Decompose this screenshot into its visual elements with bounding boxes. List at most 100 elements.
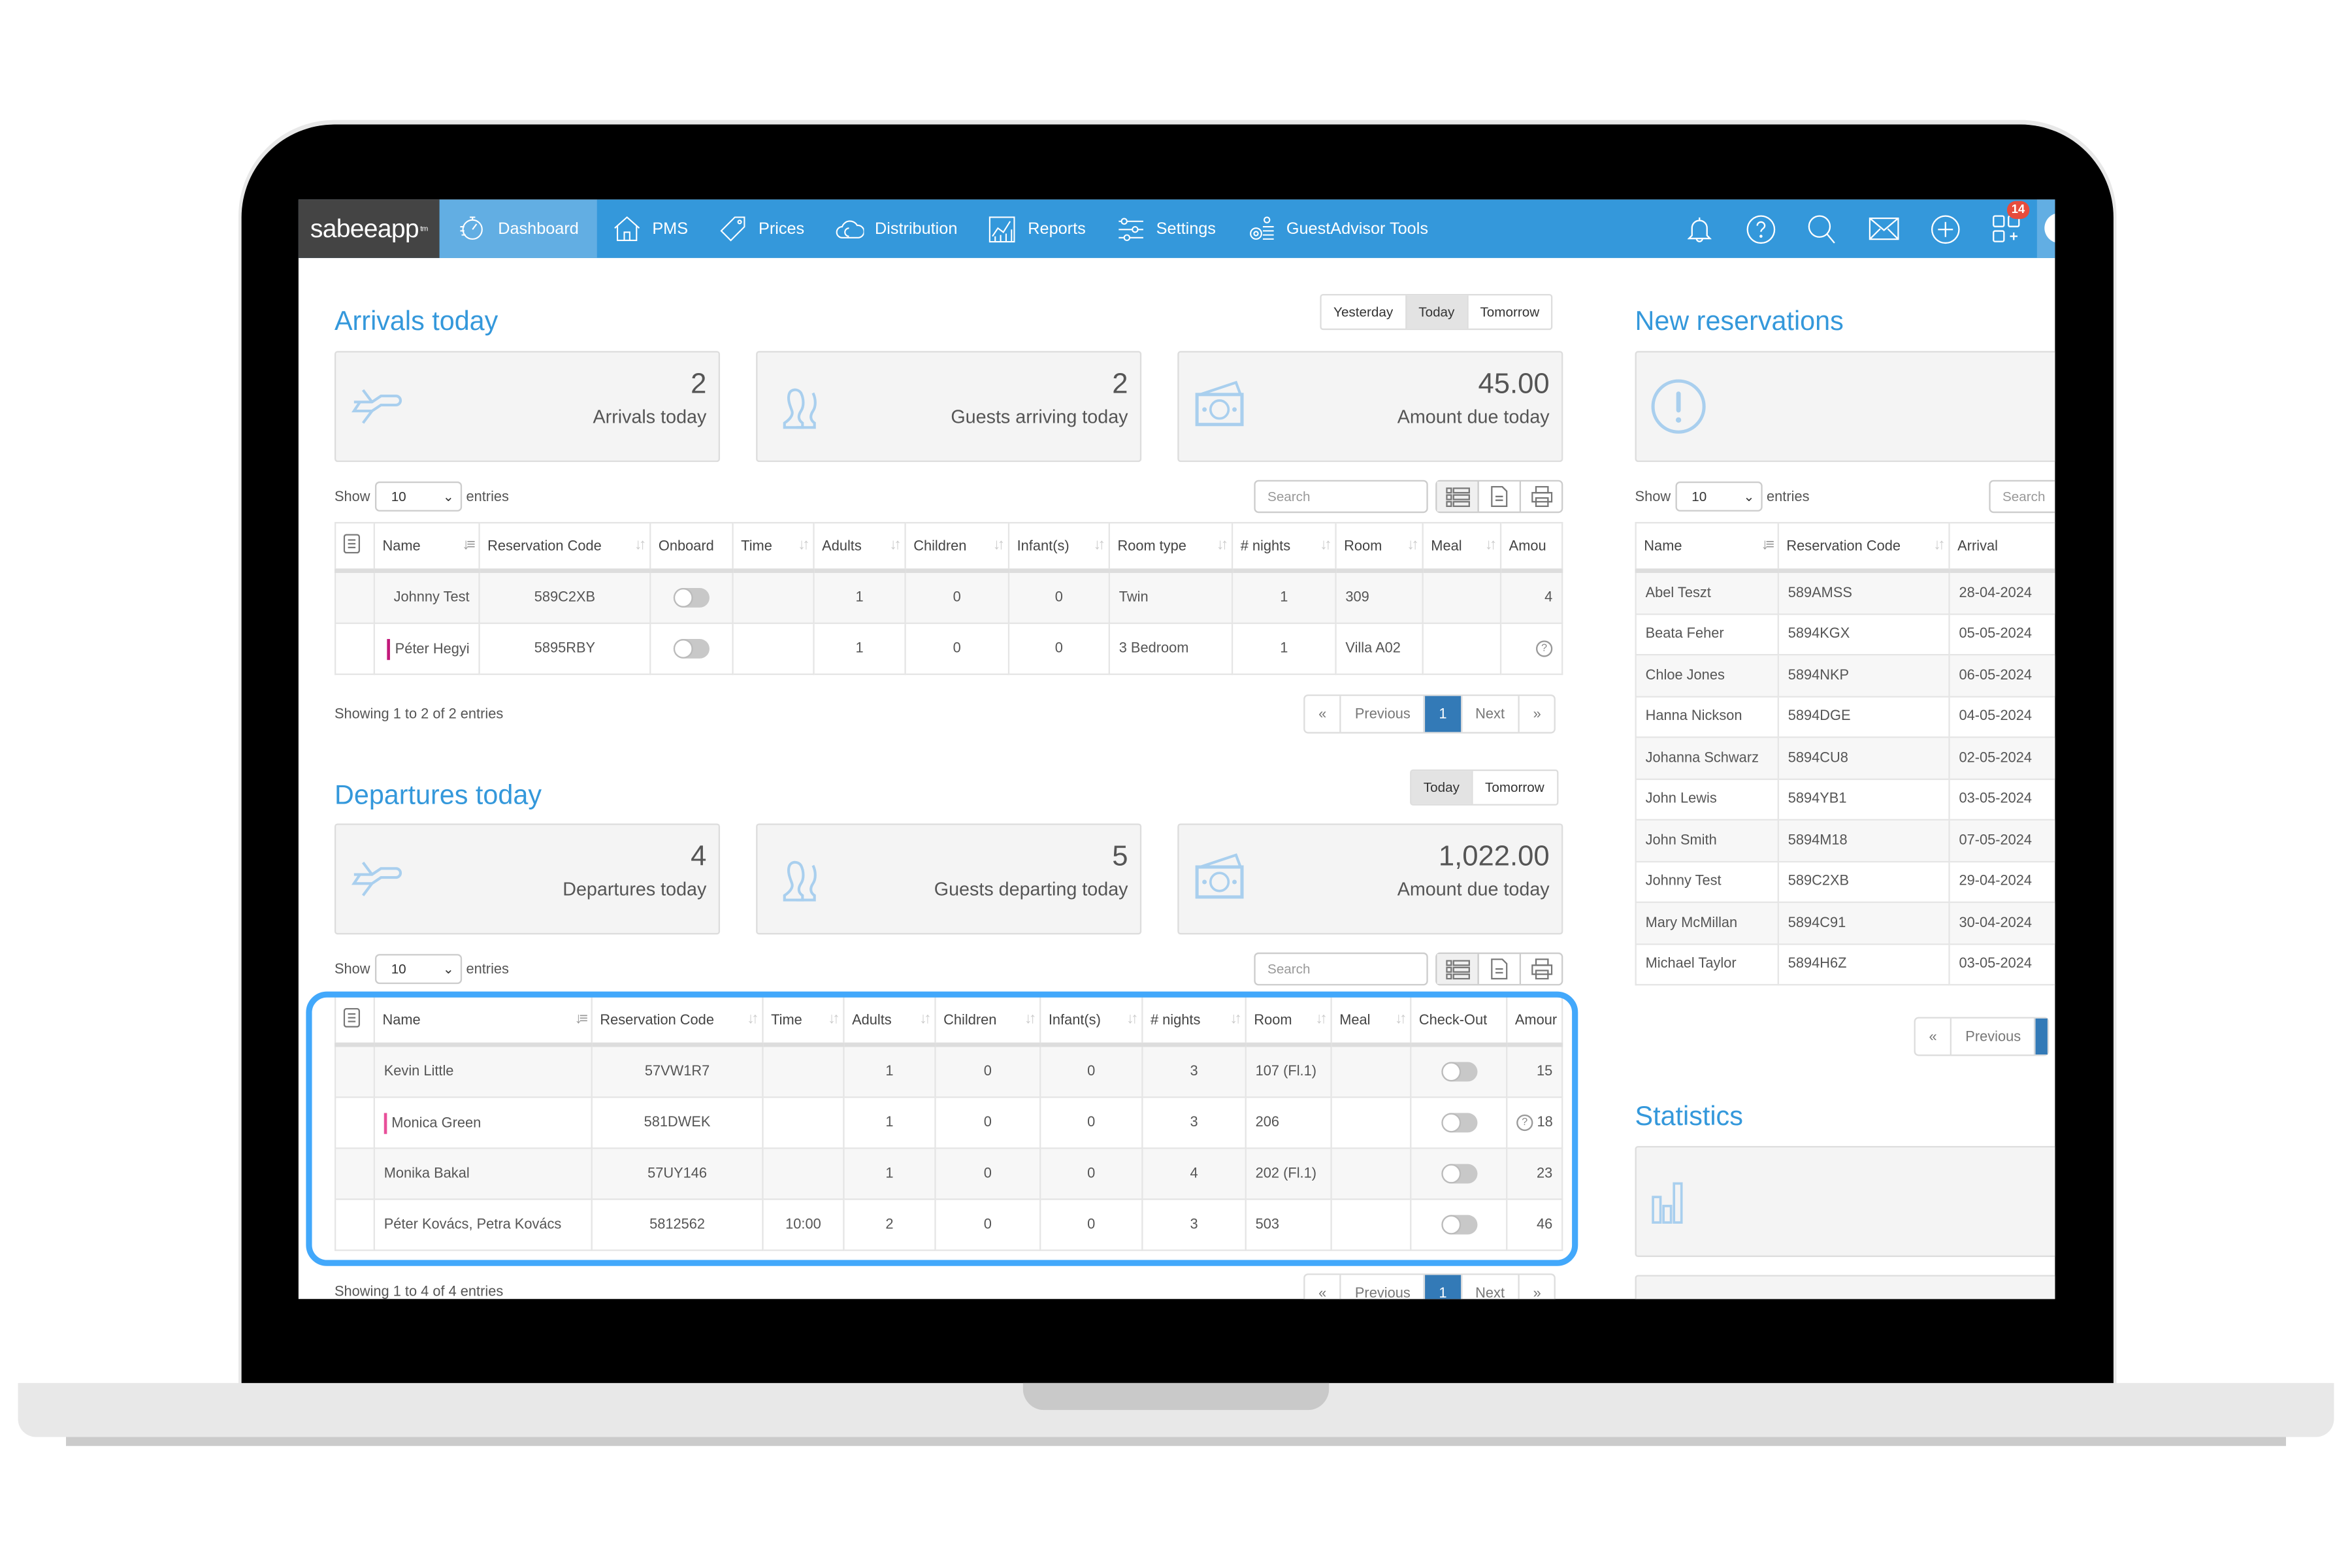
table-row[interactable]: Mary McMillan 5894C91 30-04-2024 <box>1635 901 2055 945</box>
row-select <box>334 570 375 625</box>
arrivals-search-input[interactable]: Search <box>1254 480 1428 514</box>
column-header[interactable]: Meal ↓↑ <box>1422 521 1502 574</box>
column-header[interactable]: Adults ↓↑ <box>813 521 906 574</box>
departures-search-input[interactable]: Search <box>1254 952 1428 986</box>
pager-first[interactable]: « <box>1305 1275 1339 1299</box>
table-row[interactable]: Abel Teszt 589AMSS 28-04-2024 <box>1635 570 2055 615</box>
help-icon[interactable] <box>1729 199 1791 258</box>
guest-name-text: Péter Hegyi <box>395 640 470 657</box>
app-logo[interactable]: sabeeapp tm <box>298 199 440 258</box>
day-toggle-today[interactable]: Today <box>1411 771 1472 804</box>
guest-name[interactable]: Johnny Test <box>373 570 480 625</box>
column-header[interactable]: Reservation Code ↓↑ <box>1777 521 1950 574</box>
guest-name[interactable]: Chloe Jones <box>1635 654 1779 697</box>
pager-previous[interactable]: Previous <box>1339 696 1424 732</box>
document-icon[interactable] <box>1477 954 1519 985</box>
column-header[interactable]: Name ↓≡ <box>373 521 480 574</box>
column-picker[interactable] <box>334 521 375 574</box>
arrival-date: 28-04-2024 <box>1948 570 2055 615</box>
day-toggle-tomorrow[interactable]: Tomorrow <box>1466 295 1552 329</box>
column-header[interactable]: Arrival↓↑ <box>1948 521 2055 574</box>
arrivals-table-tools <box>1435 480 1563 514</box>
arrival-date: 02-05-2024 <box>1948 736 2055 779</box>
room-type: Twin <box>1108 570 1233 625</box>
onboard-toggle[interactable] <box>673 587 710 608</box>
pager-first[interactable]: « <box>1305 696 1339 732</box>
table-row[interactable]: Beata Feher 5894KGX 05-05-2024 <box>1635 612 2055 656</box>
pager-next[interactable]: Next <box>1460 696 1518 732</box>
column-header[interactable]: # nights ↓↑ <box>1231 521 1337 574</box>
table-row[interactable]: Péter Hegyi 5895RBY 1 0 0 3 Bedroom 1 Villa A02… <box>334 622 1563 676</box>
guest-name[interactable]: Péter Hegyi <box>373 622 480 676</box>
onboard-toggle[interactable] <box>673 639 710 659</box>
print-icon[interactable] <box>1519 481 1561 512</box>
guest-name[interactable]: Hanna Nickson <box>1635 695 1779 738</box>
guest-name[interactable]: John Smith <box>1635 819 1779 862</box>
new-reservations-search-input[interactable]: Search <box>1989 480 2055 514</box>
table-row[interactable]: Johanna Schwarz 5894CU8 02-05-2024 <box>1635 736 2055 779</box>
pager-first[interactable]: « <box>1916 1019 1950 1054</box>
pager-previous[interactable]: Previous <box>1339 1275 1424 1299</box>
guest-name[interactable]: John Lewis <box>1635 777 1779 821</box>
table-row[interactable]: Hanna Nickson 5894DGE 04-05-2024 <box>1635 695 2055 738</box>
user-avatar[interactable] <box>2036 199 2055 258</box>
nav-item-pms[interactable]: PMS <box>596 199 703 258</box>
table-row[interactable]: Johnny Test 589C2XB 29-04-2024 <box>1635 860 2055 904</box>
pager-page[interactable] <box>2034 1018 2048 1055</box>
page-size-select[interactable]: 10 ⌄ <box>374 481 462 512</box>
pager-page[interactable]: 1 <box>1424 696 1461 732</box>
nav-item-guestadvisor-tools[interactable]: GuestAdvisor Tools <box>1231 199 1443 258</box>
column-header[interactable]: Name ↓≡ <box>1635 521 1779 574</box>
table-row[interactable]: Chloe Jones 5894NKP 06-05-2024 <box>1635 654 2055 697</box>
guest-name[interactable]: Mary McMillan <box>1635 901 1779 945</box>
bell-icon[interactable] <box>1668 199 1729 258</box>
table-row[interactable]: John Smith 5894M18 07-05-2024 <box>1635 819 2055 862</box>
search-icon[interactable] <box>1791 199 1852 258</box>
stat-card: 2 Guests arriving today <box>756 351 1142 463</box>
table-row[interactable]: John Lewis 5894YB1 03-05-2024 <box>1635 777 2055 821</box>
room-type: 3 Bedroom <box>1108 622 1233 676</box>
nav-item-distribution[interactable]: Distribution <box>819 199 972 258</box>
mail-icon[interactable] <box>1852 199 1914 258</box>
pager-next[interactable]: Next <box>1460 1275 1518 1299</box>
guest-name[interactable]: Abel Teszt <box>1635 570 1779 615</box>
pager-last[interactable]: » <box>1518 696 1555 732</box>
table-row[interactable]: Johnny Test 589C2XB 1 0 0 Twin 1 309 4 <box>334 570 1563 625</box>
column-list-icon[interactable] <box>1437 954 1478 985</box>
day-toggle-tomorrow[interactable]: Tomorrow <box>1471 771 1556 804</box>
day-toggle-today[interactable]: Today <box>1405 295 1467 329</box>
column-header[interactable]: Amou <box>1499 521 1563 574</box>
column-header[interactable]: Onboard <box>649 521 734 574</box>
table-row[interactable]: Michael Taylor 5894H6Z 03-05-2024 <box>1635 942 2055 986</box>
guest-name[interactable]: Michael Taylor <box>1635 942 1779 986</box>
nav-item-reports[interactable]: Reports <box>972 199 1100 258</box>
column-header[interactable]: Children ↓↑ <box>904 521 1010 574</box>
document-icon[interactable] <box>1477 481 1519 512</box>
day-toggle-yesterday[interactable]: Yesterday <box>1322 295 1405 329</box>
print-icon[interactable] <box>1519 954 1561 985</box>
nav-item-settings[interactable]: Settings <box>1101 199 1231 258</box>
guest-name[interactable]: Beata Feher <box>1635 612 1779 656</box>
apps-icon[interactable]: 14 <box>1976 199 2037 258</box>
show-label: Show <box>334 960 370 977</box>
help-icon[interactable]: ? <box>1536 640 1553 657</box>
guest-name[interactable]: Johnny Test <box>1635 860 1779 904</box>
guest-name[interactable]: Johanna Schwarz <box>1635 736 1779 779</box>
page-size-select[interactable]: 10 ⌄ <box>374 954 462 985</box>
column-header[interactable]: Infant(s) ↓↑ <box>1007 521 1110 574</box>
column-header[interactable]: Room type ↓↑ <box>1108 521 1233 574</box>
nav-item-prices[interactable]: Prices <box>703 199 819 258</box>
column-list-icon[interactable] <box>1437 481 1478 512</box>
column-header[interactable]: Reservation Code ↓↑ <box>478 521 651 574</box>
arrival-date: 30-04-2024 <box>1948 901 2055 945</box>
reservation-code: 5895RBY <box>478 622 651 676</box>
pager-previous[interactable]: Previous <box>1950 1018 2034 1055</box>
column-header[interactable]: Time ↓↑ <box>732 521 815 574</box>
nav-item-dashboard[interactable]: Dashboard <box>439 199 597 258</box>
page-size-select[interactable]: 10 ⌄ <box>1674 481 1763 512</box>
pager-last[interactable]: » <box>1518 1275 1555 1299</box>
add-icon[interactable] <box>1914 199 1976 258</box>
column-header[interactable]: Room ↓↑ <box>1335 521 1424 574</box>
departures-title: Departures today <box>334 779 542 810</box>
pager-page[interactable]: 1 <box>1424 1275 1461 1299</box>
